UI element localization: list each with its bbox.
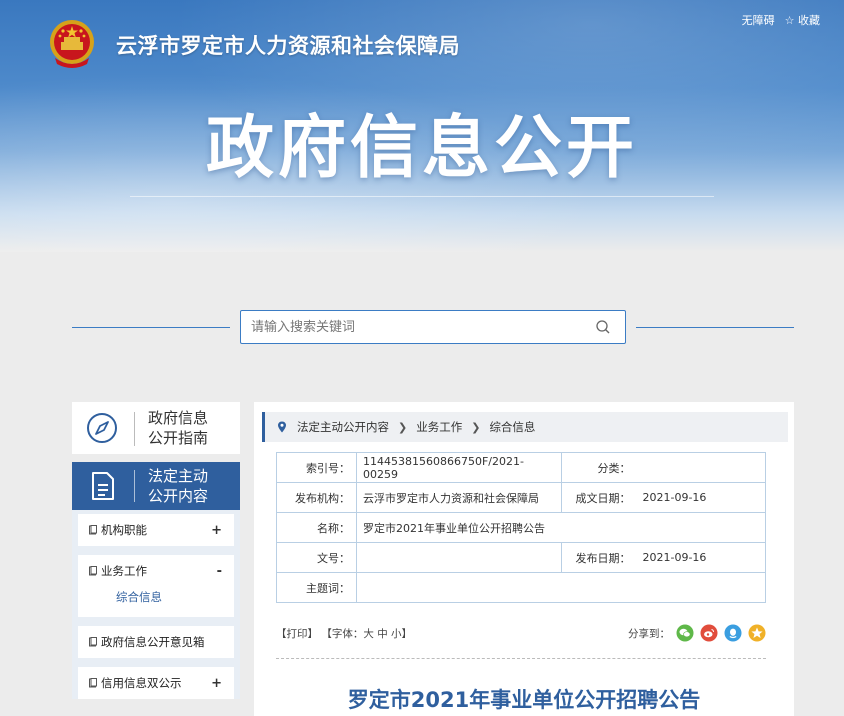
search-line-left: [72, 327, 230, 328]
category-value: [636, 452, 766, 483]
sidebar-item-credit-info: 信用信息双公示 +: [78, 667, 234, 699]
search-input[interactable]: [241, 311, 581, 343]
keywords-value: [356, 572, 766, 603]
created-date-value: 2021-09-16: [636, 482, 766, 513]
sidebar-item-org-functions: 机构职能 +: [78, 514, 234, 546]
font-medium-button[interactable]: 中: [377, 628, 388, 640]
sidebar-active-line2: 公开内容: [148, 487, 209, 505]
dashed-divider: [276, 658, 766, 659]
sidebar-item-business: 业务工作 - 综合信息: [78, 555, 234, 617]
accessibility-link[interactable]: 无障碍: [742, 12, 775, 28]
national-emblem-icon: [50, 20, 94, 68]
favorite-link[interactable]: ☆ 收藏: [785, 12, 820, 28]
doc-icon: [89, 637, 97, 647]
created-date-label: 成文日期：: [561, 482, 637, 513]
sidebar: 政府信息 公开指南 法定主动 公开内容 机构职能 + 业务工作 - 综合信息 政…: [72, 402, 240, 708]
banner-divider: [130, 196, 714, 197]
doc-number-label: 文号：: [276, 542, 357, 573]
sidebar-item-credit-info-row[interactable]: 信用信息双公示 +: [78, 667, 234, 699]
sidebar-guide-label: 政府信息 公开指南: [148, 408, 228, 448]
breadcrumb-item-active-disclosure[interactable]: 法定主动公开内容: [297, 419, 389, 435]
sidebar-item-label: 政府信息公开意见箱: [101, 635, 205, 649]
expand-icon[interactable]: +: [211, 523, 222, 538]
sidebar-item-label: 业务工作: [101, 564, 147, 578]
article-title: 罗定市2021年事业单位公开招聘公告: [347, 688, 701, 712]
doc-icon: [89, 678, 97, 688]
category-label: 分类：: [561, 452, 637, 483]
sidebar-item-org-functions-row[interactable]: 机构职能 +: [78, 514, 234, 546]
issuer-value: 云浮市罗定市人力资源和社会保障局: [356, 482, 562, 513]
wechat-share-icon[interactable]: [676, 624, 694, 642]
search-row: [72, 310, 794, 344]
font-large-button[interactable]: 大: [363, 628, 374, 640]
sidebar-list: 机构职能 + 业务工作 - 综合信息 政府信息公开意见箱 信用信息双公示 +: [72, 510, 240, 699]
breadcrumb-item-general-info[interactable]: 综合信息: [489, 419, 535, 435]
published-date-value: 2021-09-16: [636, 542, 766, 573]
search-icon[interactable]: [595, 319, 611, 335]
sidebar-item-feedback-box-row[interactable]: 政府信息公开意见箱: [78, 626, 234, 658]
sidebar-guide-line2: 公开指南: [148, 429, 209, 447]
org-name: 云浮市罗定市人力资源和社会保障局: [116, 34, 460, 58]
document-icon: [92, 472, 114, 500]
search-line-right: [636, 327, 794, 328]
index-value: 11445381560866750F/2021-00259: [356, 452, 562, 483]
print-button[interactable]: 【打印】: [276, 628, 318, 640]
sidebar-guide[interactable]: 政府信息 公开指南: [72, 402, 240, 454]
search-box: [240, 310, 626, 344]
font-size-suffix: 】: [401, 628, 413, 640]
sidebar-item-label: 机构职能: [101, 523, 147, 537]
qq-share-icon[interactable]: [724, 624, 742, 642]
sidebar-guide-separator: [134, 412, 135, 446]
collapse-icon[interactable]: -: [217, 564, 222, 579]
article-tools: 【打印】 【字体：大 中 小】 分享到：: [276, 624, 766, 646]
banner-title: 政府信息公开: [205, 109, 638, 188]
name-value: 罗定市2021年事业单位公开招聘公告: [356, 512, 766, 543]
sidebar-active-label: 法定主动 公开内容: [148, 466, 228, 506]
weibo-share-icon[interactable]: [700, 624, 718, 642]
font-size-prefix: 【字体：: [321, 628, 364, 640]
breadcrumb-item-business[interactable]: 业务工作: [416, 419, 462, 435]
name-label: 名称：: [276, 512, 357, 543]
sidebar-subitem-general-info[interactable]: 综合信息: [78, 587, 234, 617]
published-date-label: 发布日期：: [561, 542, 637, 573]
top-links: 无障碍 ☆ 收藏: [742, 12, 820, 28]
index-label: 索引号：: [276, 452, 357, 483]
sidebar-active-line1: 法定主动: [148, 467, 209, 485]
sidebar-item-label: 信用信息双公示: [101, 676, 182, 690]
compass-icon: [87, 413, 117, 443]
sidebar-active-separator: [134, 470, 135, 502]
issuer-label: 发布机构：: [276, 482, 357, 513]
expand-icon[interactable]: +: [211, 676, 222, 691]
doc-icon: [89, 525, 97, 535]
sidebar-item-feedback-box: 政府信息公开意见箱: [78, 626, 234, 658]
sidebar-active-section[interactable]: 法定主动 公开内容: [72, 462, 240, 510]
share-label: 分享到：: [628, 627, 670, 640]
main-content: 法定主动公开内容 ❯ 业务工作 ❯ 综合信息 索引号： 114453815608…: [254, 402, 794, 716]
content-panel: 政府信息 公开指南 法定主动 公开内容 机构职能 +: [48, 252, 818, 716]
qzone-share-icon[interactable]: [748, 624, 766, 642]
chevron-right-icon: ❯: [398, 420, 408, 434]
breadcrumb: 法定主动公开内容 ❯ 业务工作 ❯ 综合信息: [262, 412, 788, 442]
font-small-button[interactable]: 小: [391, 628, 402, 640]
doc-icon: [89, 566, 97, 576]
sidebar-guide-line1: 政府信息: [148, 409, 209, 427]
location-pin-icon: [278, 421, 286, 433]
doc-number-value: [356, 542, 562, 573]
document-meta-table: 索引号： 11445381560866750F/2021-00259 分类： 发…: [276, 452, 766, 603]
chevron-right-icon: ❯: [471, 420, 481, 434]
keywords-label: 主题词：: [276, 572, 357, 603]
site-header: 云浮市罗定市人力资源和社会保障局 无障碍 ☆ 收藏 政府信息公开: [0, 0, 844, 252]
share-bar: 分享到：: [628, 624, 766, 642]
sidebar-item-business-row[interactable]: 业务工作 -: [78, 555, 234, 587]
